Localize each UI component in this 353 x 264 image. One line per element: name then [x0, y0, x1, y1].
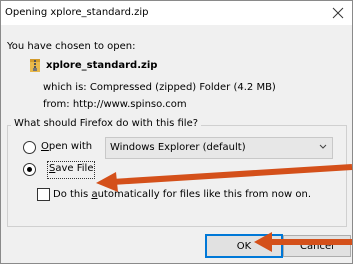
file-type-line: which is: Compressed (zipped) Folder (4.… — [43, 82, 276, 93]
open-with-label-rest: pen with — [48, 141, 93, 152]
ok-button-label: OK — [236, 241, 252, 252]
radio-selected-dot — [27, 167, 32, 172]
auto-label-post: utomatically for files like this from no… — [97, 189, 311, 200]
intro-text: You have chosen to open: — [7, 41, 136, 52]
zip-file-icon — [30, 59, 40, 72]
group-label: What should Firefox do with this file? — [11, 118, 202, 129]
application-select-value: Windows Explorer (default) — [110, 142, 246, 153]
title-bar: Opening xplore_standard.zip — [1, 1, 352, 25]
auto-action-checkbox[interactable] — [37, 188, 50, 201]
cancel-button-label: Cancel — [300, 241, 334, 252]
auto-action-label[interactable]: Do this automatically for files like thi… — [53, 189, 311, 200]
open-with-label[interactable]: Open with — [41, 141, 92, 152]
save-file-label-rest: ave File — [55, 163, 94, 174]
cancel-button[interactable]: Cancel — [283, 235, 351, 257]
open-with-accel: O — [41, 141, 49, 152]
save-file-radio[interactable] — [23, 163, 36, 176]
file-name: xplore_standard.zip — [46, 60, 158, 71]
open-with-radio[interactable] — [23, 141, 36, 154]
application-select[interactable]: Windows Explorer (default) — [105, 137, 333, 159]
firefox-download-dialog: Opening xplore_standard.zip You have cho… — [0, 0, 353, 264]
close-icon[interactable] — [328, 3, 348, 23]
ok-button[interactable]: OK — [205, 234, 283, 258]
auto-label-pre: Do this — [53, 189, 92, 200]
dialog-title: Opening xplore_standard.zip — [5, 7, 149, 18]
source-line: from: http://www.spinso.com — [43, 99, 187, 110]
save-file-label[interactable]: Save File — [49, 163, 93, 174]
chevron-down-icon — [319, 144, 327, 149]
